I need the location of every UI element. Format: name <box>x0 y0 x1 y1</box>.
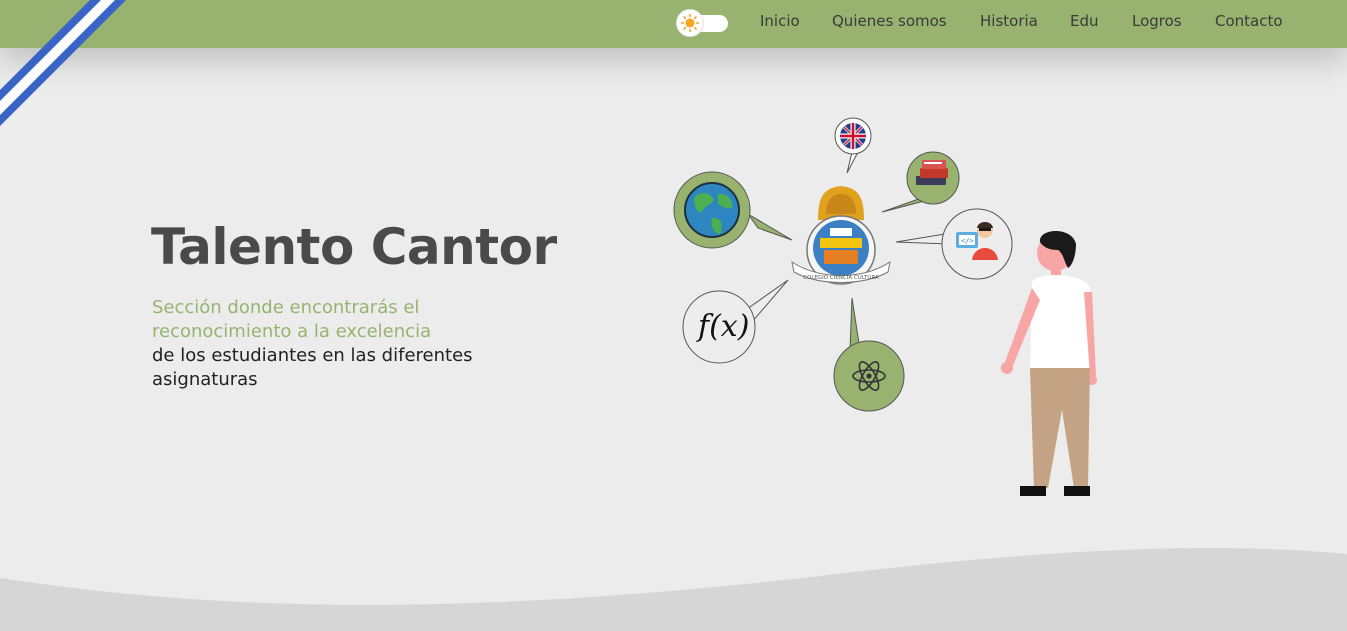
nav-link-logros[interactable]: Logros <box>1132 12 1182 30</box>
student-figure <box>1001 231 1097 496</box>
nav-link-historia[interactable]: Historia <box>980 12 1038 30</box>
nav-link-quienes-somos[interactable]: Quienes somos <box>832 12 947 30</box>
bottom-wave <box>0 548 1347 631</box>
flag-ribbon <box>0 0 126 126</box>
hero-description-highlight-2: reconocimiento a la excelencia <box>152 321 432 342</box>
programmer-icon: </> <box>941 208 1013 280</box>
top-navbar: Inicio Quienes somos Historia Edu Logros… <box>0 0 1347 48</box>
globe-icon <box>673 171 751 249</box>
nav-link-edu[interactable]: Edu <box>1070 12 1099 30</box>
nav-link-contacto[interactable]: Contacto <box>1215 12 1283 30</box>
function-icon: f(x) <box>682 290 756 364</box>
hero-description-line-2: asignaturas <box>152 369 258 390</box>
school-emblem-icon: COLEGIO CIENCIA CULTURA <box>791 186 891 285</box>
books-icon <box>906 151 960 205</box>
atom-icon <box>833 340 905 412</box>
function-label: f(x) <box>696 309 749 344</box>
theme-toggle[interactable] <box>676 9 729 37</box>
nav-link-inicio[interactable]: Inicio <box>760 12 800 30</box>
hero-description-line-1: de los estudiantes en las diferentes <box>152 345 473 366</box>
uk-flag-icon <box>834 117 872 155</box>
hero-illustration: </> f(x) COLEGIO CIENCIA CULTURA <box>673 117 1097 496</box>
hero-description-highlight-1: Sección donde encontrarás el <box>152 297 420 318</box>
hero-description: Sección donde encontrarás el reconocimie… <box>152 296 532 392</box>
hero-title: Talento Cantor <box>151 218 557 276</box>
sun-icon <box>676 9 704 37</box>
svg-text:</>: </> <box>961 237 974 245</box>
emblem-caption: COLEGIO CIENCIA CULTURA <box>803 275 879 281</box>
